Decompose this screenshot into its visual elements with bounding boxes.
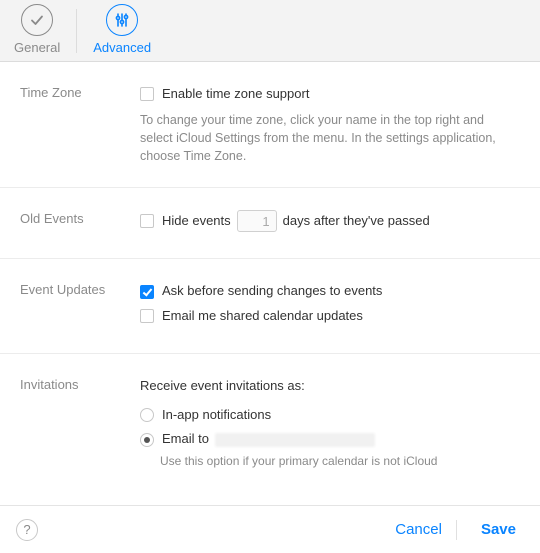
section-label-updates: Event Updates	[20, 281, 140, 331]
settings-content: Time Zone Enable time zone support To ch…	[0, 62, 540, 490]
hide-events-suffix: days after they've passed	[283, 211, 430, 232]
footer: ? Cancel Save	[0, 505, 540, 553]
section-updates: Event Updates Ask before sending changes…	[0, 258, 540, 353]
tab-advanced[interactable]: Advanced	[83, 0, 161, 61]
ask-before-sending-label: Ask before sending changes to events	[162, 281, 382, 302]
inapp-radio[interactable]	[140, 408, 154, 422]
tab-general[interactable]: General	[4, 0, 70, 61]
checkmark-icon	[21, 4, 53, 36]
hide-events-prefix: Hide events	[162, 211, 231, 232]
cancel-button[interactable]: Cancel	[387, 517, 450, 542]
tab-general-label: General	[14, 40, 60, 55]
inapp-label: In-app notifications	[162, 405, 271, 426]
timezone-help: To change your time zone, click your nam…	[140, 111, 520, 165]
section-label-timezone: Time Zone	[20, 84, 140, 165]
help-button[interactable]: ?	[16, 519, 38, 541]
sliders-icon	[106, 4, 138, 36]
email-shared-updates-label: Email me shared calendar updates	[162, 306, 363, 327]
emailto-address	[215, 433, 375, 447]
enable-timezone-checkbox[interactable]	[140, 87, 154, 101]
ask-before-sending-checkbox[interactable]	[140, 285, 154, 299]
emailto-radio[interactable]	[140, 433, 154, 447]
tab-bar: General Advanced	[0, 0, 540, 62]
section-timezone: Time Zone Enable time zone support To ch…	[0, 62, 540, 187]
hide-events-days-input[interactable]	[237, 210, 277, 232]
section-label-oldevents: Old Events	[20, 210, 140, 236]
save-button[interactable]: Save	[473, 517, 524, 542]
email-shared-updates-checkbox[interactable]	[140, 309, 154, 323]
section-invitations: Invitations Receive event invitations as…	[0, 353, 540, 490]
tab-advanced-label: Advanced	[93, 40, 151, 55]
footer-divider	[456, 520, 457, 540]
invitations-help: Use this option if your primary calendar…	[160, 454, 520, 468]
invitations-heading: Receive event invitations as:	[140, 376, 305, 397]
section-label-invitations: Invitations	[20, 376, 140, 468]
enable-timezone-label: Enable time zone support	[162, 84, 309, 105]
emailto-label: Email to	[162, 429, 209, 450]
help-icon: ?	[23, 522, 30, 537]
hide-events-checkbox[interactable]	[140, 214, 154, 228]
section-oldevents: Old Events Hide events days after they'v…	[0, 187, 540, 258]
tab-divider	[76, 9, 77, 53]
